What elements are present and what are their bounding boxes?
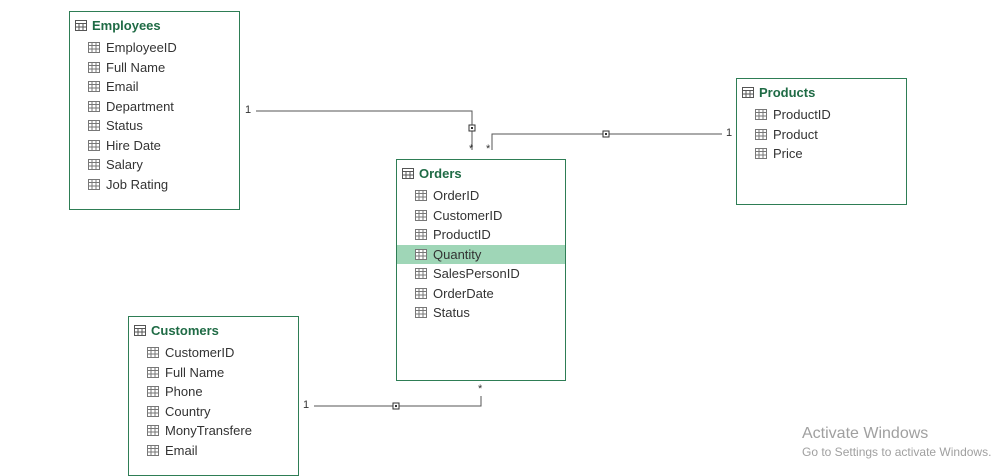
- field-label: MonyTransfere: [165, 423, 252, 439]
- orders-many-card-products: *: [486, 143, 491, 155]
- field-label: Status: [433, 305, 470, 321]
- field-label: Full Name: [106, 59, 166, 75]
- field-label: OrderID: [433, 188, 480, 204]
- table-grid-icon: [402, 167, 414, 179]
- column-icon: [415, 248, 427, 260]
- field-label: Quantity: [433, 246, 482, 262]
- column-icon: [415, 209, 427, 221]
- column-icon: [147, 347, 159, 359]
- column-icon: [755, 109, 767, 121]
- column-icon: [88, 61, 100, 73]
- field-productid[interactable]: ProductID: [397, 225, 565, 245]
- field-salespersonid[interactable]: SalesPersonID: [397, 264, 565, 284]
- field-employeeid[interactable]: EmployeeID: [70, 38, 239, 58]
- column-icon: [88, 100, 100, 112]
- field-label: Email: [106, 79, 139, 95]
- products-table-header[interactable]: Products: [737, 79, 906, 105]
- column-icon: [88, 42, 100, 54]
- column-icon: [147, 405, 159, 417]
- column-icon: [415, 190, 427, 202]
- field-status[interactable]: Status: [397, 303, 565, 323]
- column-icon: [755, 128, 767, 140]
- field-label: CustomerID: [433, 207, 503, 223]
- field-label: Product: [773, 126, 818, 142]
- field-label: Price: [773, 146, 803, 162]
- employees-table-title: Employees: [92, 17, 161, 33]
- watermark-title: Activate Windows: [802, 425, 929, 442]
- column-icon: [415, 307, 427, 319]
- field-customerid[interactable]: CustomerID: [129, 343, 298, 363]
- table-grid-icon: [75, 19, 87, 31]
- field-customerid[interactable]: CustomerID: [397, 206, 565, 226]
- table-grid-icon: [134, 324, 146, 336]
- field-label: Hire Date: [106, 137, 161, 153]
- field-orderdate[interactable]: OrderDate: [397, 284, 565, 304]
- field-phone[interactable]: Phone: [129, 382, 298, 402]
- field-label: Email: [165, 442, 198, 458]
- watermark-subtitle: Go to Settings to activate Windows.: [802, 445, 992, 459]
- field-status[interactable]: Status: [70, 116, 239, 136]
- column-icon: [147, 425, 159, 437]
- column-icon: [88, 120, 100, 132]
- activate-windows-watermark: Activate Windows Go to Settings to activ…: [802, 425, 991, 459]
- field-label: CustomerID: [165, 345, 235, 361]
- customers-table-header[interactable]: Customers: [129, 317, 298, 343]
- products-table[interactable]: Products ProductID Product Price: [736, 78, 907, 205]
- field-quantity-selected[interactable]: Quantity: [397, 244, 565, 264]
- table-grid-icon: [742, 86, 754, 98]
- field-full-name[interactable]: Full Name: [70, 58, 239, 78]
- field-product[interactable]: Product: [737, 125, 906, 145]
- field-full-name[interactable]: Full Name: [129, 363, 298, 383]
- field-price[interactable]: Price: [737, 144, 906, 164]
- customers-table-title: Customers: [151, 322, 219, 338]
- field-orderid[interactable]: OrderID: [397, 186, 565, 206]
- employees-one-card: 1: [245, 104, 252, 116]
- field-label: SalesPersonID: [433, 266, 520, 282]
- field-monytransfere[interactable]: MonyTransfere: [129, 421, 298, 441]
- field-hire-date[interactable]: Hire Date: [70, 136, 239, 156]
- field-label: Phone: [165, 384, 203, 400]
- field-label: Full Name: [165, 364, 225, 380]
- field-label: ProductID: [773, 107, 831, 123]
- column-icon: [88, 81, 100, 93]
- column-icon: [147, 444, 159, 456]
- field-salary[interactable]: Salary: [70, 155, 239, 175]
- field-label: Status: [106, 118, 143, 134]
- field-label: OrderDate: [433, 285, 494, 301]
- orders-table-header[interactable]: Orders: [397, 160, 565, 186]
- employees-table-header[interactable]: Employees: [70, 12, 239, 38]
- column-icon: [147, 366, 159, 378]
- field-job-rating[interactable]: Job Rating: [70, 175, 239, 195]
- employees-orders-line: [256, 110, 473, 150]
- column-icon: [755, 148, 767, 160]
- field-productid[interactable]: ProductID: [737, 105, 906, 125]
- customers-one-card: 1: [303, 399, 310, 411]
- field-label: Salary: [106, 157, 143, 173]
- products-one-card: 1: [726, 127, 733, 139]
- field-country[interactable]: Country: [129, 402, 298, 422]
- column-icon: [415, 287, 427, 299]
- field-label: Department: [106, 98, 174, 114]
- orders-many-card-customers: *: [478, 383, 483, 395]
- field-label: Job Rating: [106, 176, 169, 192]
- column-icon: [88, 139, 100, 151]
- customers-table[interactable]: Customers CustomerID Full Name Phone Cou…: [128, 316, 299, 476]
- field-label: EmployeeID: [106, 40, 177, 56]
- orders-table-title: Orders: [419, 165, 462, 181]
- column-icon: [88, 178, 100, 190]
- field-email[interactable]: Email: [70, 77, 239, 97]
- field-department[interactable]: Department: [70, 97, 239, 117]
- column-icon: [88, 159, 100, 171]
- field-label: Country: [165, 403, 211, 419]
- orders-many-card-employees: *: [469, 143, 474, 155]
- orders-table[interactable]: Orders OrderID CustomerID ProductID Quan…: [396, 159, 566, 381]
- column-icon: [415, 229, 427, 241]
- products-table-title: Products: [759, 84, 816, 100]
- employees-table[interactable]: Employees EmployeeID Full Name Email Dep…: [69, 11, 240, 210]
- field-label: ProductID: [433, 227, 491, 243]
- field-email[interactable]: Email: [129, 441, 298, 461]
- column-icon: [147, 386, 159, 398]
- column-icon: [415, 268, 427, 280]
